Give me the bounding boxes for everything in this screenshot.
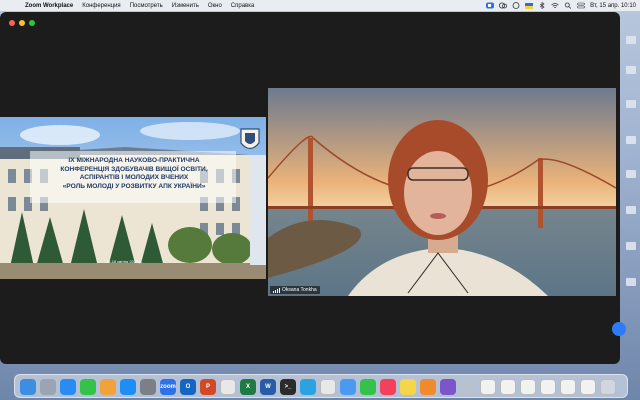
status-area: Вт, 15 апр. 10:10 <box>486 0 636 11</box>
finder-icon[interactable] <box>20 379 36 395</box>
excel-icon[interactable]: X <box>240 379 256 395</box>
books-icon[interactable] <box>420 379 436 395</box>
conference-title-line-2: КОНФЕРЕНЦІЯ ЗДОБУВАЧІВ ВИЩОЇ ОСВІТИ, <box>60 165 208 173</box>
powerpoint-icon[interactable]: P <box>200 379 216 395</box>
menu-bar: Zoom Workplace Конференция Посмотреть Из… <box>0 0 640 11</box>
conference-date: 15-16 квітня 2025 р. <box>106 259 143 264</box>
university-crest-icon <box>240 128 260 150</box>
control-center-icon[interactable] <box>577 2 585 9</box>
viber-icon[interactable] <box>440 379 456 395</box>
desktop-file-icon[interactable] <box>626 66 636 74</box>
fullscreen-window-button[interactable] <box>29 20 35 26</box>
app-store-icon[interactable] <box>120 379 136 395</box>
conference-title-line-3: АСПІРАНТІВ І МОЛОДИХ ВЧЕНИХ <box>79 174 189 182</box>
participant-name: Oksana Tonkha <box>282 287 317 293</box>
wifi-icon[interactable] <box>551 2 559 9</box>
safari-icon[interactable] <box>60 379 76 395</box>
messages-icon[interactable] <box>360 379 376 395</box>
desktop-file-icon[interactable] <box>626 206 636 214</box>
document-thumb-6-icon[interactable] <box>580 379 596 395</box>
minimize-window-button[interactable] <box>19 20 25 26</box>
chrome-2-icon[interactable] <box>320 379 336 395</box>
shared-screen-tile[interactable]: IX МІЖНАРОДНА НАУКОВО-ПРАКТИЧНА КОНФЕРЕН… <box>0 117 266 279</box>
speaker-video <box>268 88 616 296</box>
document-thumb-4-icon[interactable] <box>540 379 556 395</box>
audio-level-icon <box>273 287 280 293</box>
bluetooth-icon[interactable] <box>538 2 546 9</box>
telegram-icon[interactable] <box>300 379 316 395</box>
desktop-file-icon[interactable] <box>626 136 636 144</box>
window-controls <box>9 20 35 26</box>
facetime-icon[interactable] <box>80 379 96 395</box>
menu-edit[interactable]: Изменить <box>172 3 199 9</box>
conference-title: IX МІЖНАРОДНА НАУКОВО-ПРАКТИЧНА КОНФЕРЕН… <box>34 157 234 191</box>
document-thumb-5-icon[interactable] <box>560 379 576 395</box>
search-icon[interactable] <box>564 2 572 9</box>
music-icon[interactable] <box>380 379 396 395</box>
menu-window[interactable]: Окно <box>208 3 222 9</box>
menu-help[interactable]: Справка <box>231 3 255 9</box>
desktop-file-icon[interactable] <box>626 36 636 44</box>
photos-icon[interactable] <box>100 379 116 395</box>
document-thumb-1-icon[interactable] <box>480 379 496 395</box>
preview-icon[interactable] <box>460 379 476 395</box>
speaker-video-tile[interactable]: Oksana Tonkha <box>268 88 616 296</box>
document-thumb-3-icon[interactable] <box>520 379 536 395</box>
zoom-status-icon[interactable] <box>486 2 495 9</box>
conference-banner-image <box>0 117 266 279</box>
viber-status-icon[interactable] <box>512 2 520 9</box>
conference-title-line-1: IX МІЖНАРОДНА НАУКОВО-ПРАКТИЧНА <box>68 157 200 164</box>
floating-action-button[interactable] <box>612 322 626 336</box>
word-icon[interactable]: W <box>260 379 276 395</box>
mail-icon[interactable] <box>340 379 356 395</box>
terminal-icon[interactable]: >_ <box>280 379 296 395</box>
participant-name-tag: Oksana Tonkha <box>270 286 320 294</box>
outlook-icon[interactable]: O <box>180 379 196 395</box>
desktop-file-icon[interactable] <box>626 278 636 286</box>
dock: zoom O P X W >_ <box>14 374 628 398</box>
chrome-icon[interactable] <box>220 379 236 395</box>
close-window-button[interactable] <box>9 20 15 26</box>
wechat-icon[interactable] <box>499 2 508 9</box>
desktop-file-icon[interactable] <box>626 170 636 178</box>
desktop-file-icon[interactable] <box>626 100 636 108</box>
conference-title-line-4: «РОЛЬ МОЛОДІ У РОЗВИТКУ АПК УКРАЇНИ» <box>62 182 206 190</box>
document-thumb-2-icon[interactable] <box>500 379 516 395</box>
menu-conference[interactable]: Конференция <box>82 3 120 9</box>
app-menu-zoom[interactable]: Zoom Workplace <box>25 3 73 9</box>
settings-icon[interactable] <box>140 379 156 395</box>
menubar-datetime[interactable]: Вт, 15 апр. 10:10 <box>590 3 636 9</box>
keyboard-layout-flag-icon[interactable] <box>525 2 534 9</box>
notes-icon[interactable] <box>400 379 416 395</box>
launchpad-icon[interactable] <box>40 379 56 395</box>
desktop-file-icon[interactable] <box>626 242 636 250</box>
trash-icon[interactable] <box>600 379 616 395</box>
zoom-icon[interactable]: zoom <box>160 379 176 395</box>
menu-view[interactable]: Посмотреть <box>130 3 163 9</box>
